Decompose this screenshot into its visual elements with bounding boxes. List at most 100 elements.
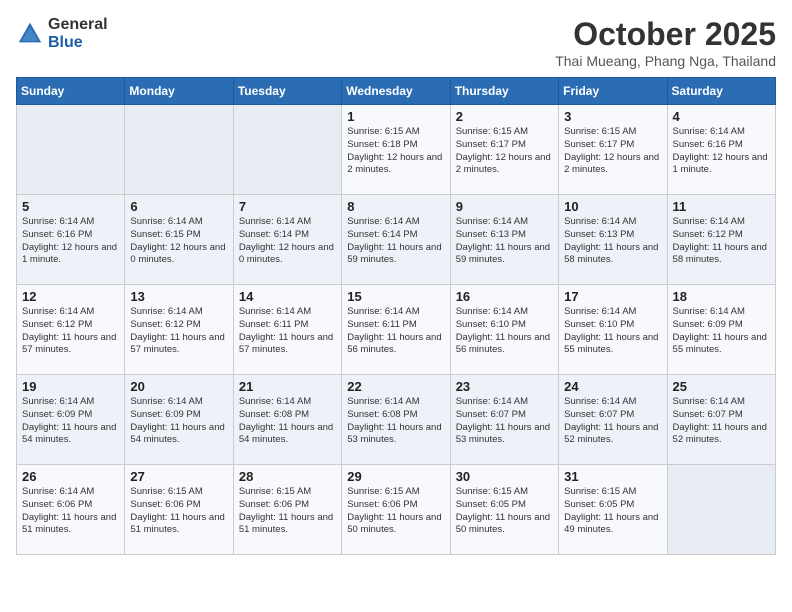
cell-info: Sunrise: 6:15 AM Sunset: 6:05 PM Dayligh…	[456, 486, 553, 537]
calendar-cell: 3Sunrise: 6:15 AM Sunset: 6:17 PM Daylig…	[559, 105, 667, 195]
cell-info: Sunrise: 6:14 AM Sunset: 6:16 PM Dayligh…	[22, 216, 119, 267]
day-number: 20	[130, 379, 227, 394]
location: Thai Mueang, Phang Nga, Thailand	[555, 53, 776, 69]
day-number: 16	[456, 289, 553, 304]
day-number: 14	[239, 289, 336, 304]
calendar-cell: 30 Sunrise: 6:15 AM Sunset: 6:05 PM Dayli…	[450, 465, 558, 555]
cell-info: Sunrise: 6:14 AM Sunset: 6:13 PM Dayligh…	[564, 216, 661, 267]
month-title: October 2025	[555, 16, 776, 53]
cell-info: Sunrise: 6:15 AM Sunset: 6:17 PM Dayligh…	[456, 126, 553, 177]
calendar-cell: 6 Sunrise: 6:14 AM Sunset: 6:15 PM Daylig…	[125, 195, 233, 285]
calendar-cell: 4 Sunrise: 6:14 AM Sunset: 6:16 PM Daylig…	[667, 105, 775, 195]
day-number: 10	[564, 199, 661, 214]
calendar-cell: 2 Sunrise: 6:15 AM Sunset: 6:17 PM Daylig…	[450, 105, 558, 195]
title-block: October 2025 Thai Mueang, Phang Nga, Tha…	[555, 16, 776, 69]
calendar-cell	[17, 105, 125, 195]
cell-info: Sunrise: 6:14 AM Sunset: 6:07 PM Dayligh…	[564, 396, 661, 447]
cell-info: Sunrise: 6:14 AM Sunset: 6:09 PM Dayligh…	[673, 306, 770, 357]
day-number: 26	[22, 469, 119, 484]
day-number: 29	[347, 469, 444, 484]
cell-info: Sunrise: 6:14 AM Sunset: 6:10 PM Dayligh…	[564, 306, 661, 357]
calendar-week-row: 26 Sunrise: 6:14 AM Sunset: 6:06 PM Dayli…	[17, 465, 776, 555]
day-number: 25	[673, 379, 770, 394]
day-number: 1	[347, 109, 444, 124]
logo-general: General	[48, 16, 108, 34]
day-number: 4	[673, 109, 770, 124]
day-number: 23	[456, 379, 553, 394]
calendar-cell: 28 Sunrise: 6:15 AM Sunset: 6:06 PM Dayli…	[233, 465, 341, 555]
weekday-row: SundayMondayTuesdayWednesdayThursdayFrid…	[17, 78, 776, 105]
calendar-cell: 14 Sunrise: 6:14 AM Sunset: 6:11 PM Dayli…	[233, 285, 341, 375]
day-number: 24	[564, 379, 661, 394]
logo-blue: Blue	[48, 34, 108, 52]
calendar-cell: 9Sunrise: 6:14 AM Sunset: 6:13 PM Daylig…	[450, 195, 558, 285]
cell-info: Sunrise: 6:14 AM Sunset: 6:10 PM Dayligh…	[456, 306, 553, 357]
cell-info: Sunrise: 6:14 AM Sunset: 6:08 PM Dayligh…	[239, 396, 336, 447]
calendar-cell: 23 Sunrise: 6:14 AM Sunset: 6:07 PM Dayli…	[450, 375, 558, 465]
day-number: 7	[239, 199, 336, 214]
day-number: 21	[239, 379, 336, 394]
calendar-cell: 19 Sunrise: 6:14 AM Sunset: 6:09 PM Dayli…	[17, 375, 125, 465]
calendar-cell: 15 Sunrise: 6:14 AM Sunset: 6:11 PM Dayli…	[342, 285, 450, 375]
cell-info: Sunrise: 6:15 AM Sunset: 6:18 PM Dayligh…	[347, 126, 444, 177]
day-number: 17	[564, 289, 661, 304]
day-number: 6	[130, 199, 227, 214]
calendar-cell: 5 Sunrise: 6:14 AM Sunset: 6:16 PM Daylig…	[17, 195, 125, 285]
calendar-week-row: 5 Sunrise: 6:14 AM Sunset: 6:16 PM Daylig…	[17, 195, 776, 285]
day-number: 12	[22, 289, 119, 304]
day-number: 22	[347, 379, 444, 394]
cell-info: Sunrise: 6:15 AM Sunset: 6:06 PM Dayligh…	[347, 486, 444, 537]
cell-info: Sunrise: 6:15 AM Sunset: 6:17 PM Dayligh…	[564, 126, 661, 177]
calendar-cell: 26 Sunrise: 6:14 AM Sunset: 6:06 PM Dayli…	[17, 465, 125, 555]
calendar-cell: 1 Sunrise: 6:15 AM Sunset: 6:18 PM Daylig…	[342, 105, 450, 195]
cell-info: Sunrise: 6:14 AM Sunset: 6:11 PM Dayligh…	[239, 306, 336, 357]
cell-info: Sunrise: 6:14 AM Sunset: 6:06 PM Dayligh…	[22, 486, 119, 537]
day-number: 27	[130, 469, 227, 484]
cell-info: Sunrise: 6:14 AM Sunset: 6:12 PM Dayligh…	[673, 216, 770, 267]
calendar-week-row: 12 Sunrise: 6:14 AM Sunset: 6:12 PM Dayli…	[17, 285, 776, 375]
calendar-cell	[233, 105, 341, 195]
calendar-week-row: 19 Sunrise: 6:14 AM Sunset: 6:09 PM Dayli…	[17, 375, 776, 465]
cell-info: Sunrise: 6:14 AM Sunset: 6:11 PM Dayligh…	[347, 306, 444, 357]
logo-icon	[16, 20, 44, 48]
calendar-cell: 12 Sunrise: 6:14 AM Sunset: 6:12 PM Dayli…	[17, 285, 125, 375]
calendar-cell	[667, 465, 775, 555]
calendar-cell: 25 Sunrise: 6:14 AM Sunset: 6:07 PM Dayli…	[667, 375, 775, 465]
cell-info: Sunrise: 6:14 AM Sunset: 6:07 PM Dayligh…	[456, 396, 553, 447]
calendar-cell	[125, 105, 233, 195]
weekday-header: Thursday	[450, 78, 558, 105]
calendar-body: 1 Sunrise: 6:15 AM Sunset: 6:18 PM Daylig…	[17, 105, 776, 555]
cell-info: Sunrise: 6:14 AM Sunset: 6:09 PM Dayligh…	[130, 396, 227, 447]
day-number: 19	[22, 379, 119, 394]
day-number: 8	[347, 199, 444, 214]
calendar-week-row: 1 Sunrise: 6:15 AM Sunset: 6:18 PM Daylig…	[17, 105, 776, 195]
cell-info: Sunrise: 6:15 AM Sunset: 6:05 PM Dayligh…	[564, 486, 661, 537]
day-number: 11	[673, 199, 770, 214]
day-number: 30	[456, 469, 553, 484]
page-header: General Blue October 2025 Thai Mueang, P…	[16, 16, 776, 69]
cell-info: Sunrise: 6:14 AM Sunset: 6:13 PM Dayligh…	[456, 216, 553, 267]
calendar-cell: 21 Sunrise: 6:14 AM Sunset: 6:08 PM Dayli…	[233, 375, 341, 465]
day-number: 28	[239, 469, 336, 484]
calendar-cell: 24 Sunrise: 6:14 AM Sunset: 6:07 PM Dayli…	[559, 375, 667, 465]
calendar-cell: 20 Sunrise: 6:14 AM Sunset: 6:09 PM Dayli…	[125, 375, 233, 465]
cell-info: Sunrise: 6:14 AM Sunset: 6:12 PM Dayligh…	[22, 306, 119, 357]
cell-info: Sunrise: 6:14 AM Sunset: 6:09 PM Dayligh…	[22, 396, 119, 447]
cell-info: Sunrise: 6:14 AM Sunset: 6:16 PM Dayligh…	[673, 126, 770, 177]
cell-info: Sunrise: 6:14 AM Sunset: 6:07 PM Dayligh…	[673, 396, 770, 447]
calendar-cell: 8 Sunrise: 6:14 AM Sunset: 6:14 PM Daylig…	[342, 195, 450, 285]
day-number: 5	[22, 199, 119, 214]
calendar-cell: 31Sunrise: 6:15 AM Sunset: 6:05 PM Dayli…	[559, 465, 667, 555]
calendar-cell: 27Sunrise: 6:15 AM Sunset: 6:06 PM Dayli…	[125, 465, 233, 555]
day-number: 15	[347, 289, 444, 304]
cell-info: Sunrise: 6:14 AM Sunset: 6:15 PM Dayligh…	[130, 216, 227, 267]
cell-info: Sunrise: 6:14 AM Sunset: 6:12 PM Dayligh…	[130, 306, 227, 357]
day-number: 13	[130, 289, 227, 304]
day-number: 2	[456, 109, 553, 124]
cell-info: Sunrise: 6:14 AM Sunset: 6:14 PM Dayligh…	[347, 216, 444, 267]
weekday-header: Saturday	[667, 78, 775, 105]
cell-info: Sunrise: 6:15 AM Sunset: 6:06 PM Dayligh…	[239, 486, 336, 537]
calendar-cell: 29 Sunrise: 6:15 AM Sunset: 6:06 PM Dayli…	[342, 465, 450, 555]
weekday-header: Tuesday	[233, 78, 341, 105]
weekday-header: Friday	[559, 78, 667, 105]
